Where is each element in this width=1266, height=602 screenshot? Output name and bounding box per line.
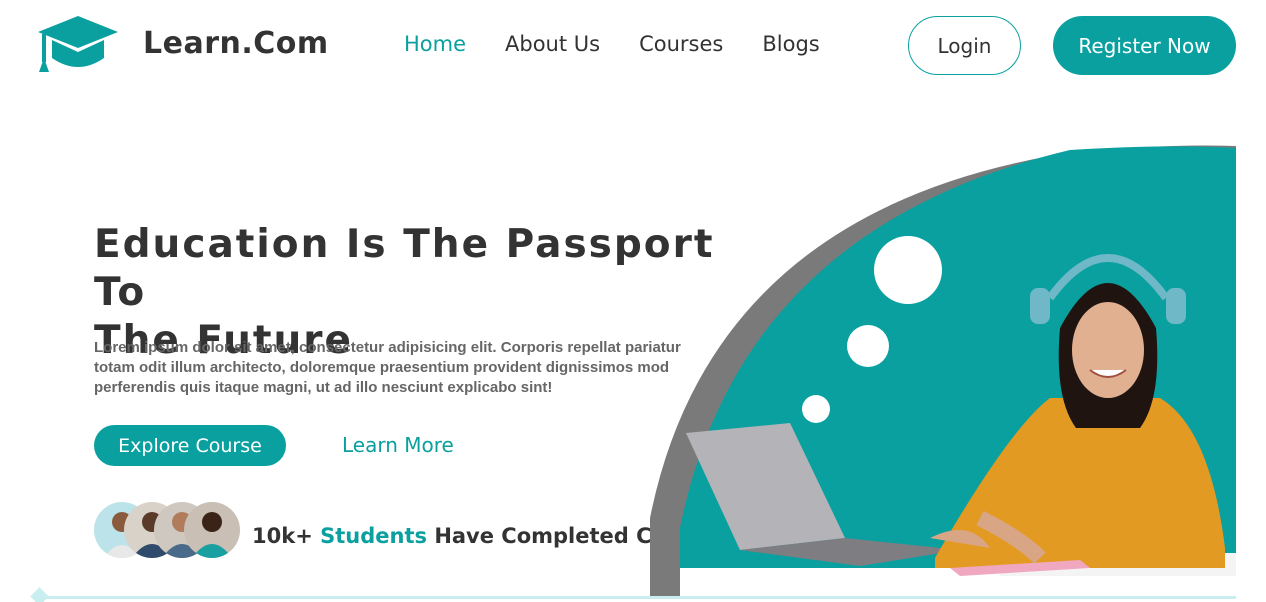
hero-text-line-2: totam odit illum architecto, doloremque …: [94, 359, 670, 376]
brand-name: Learn.Com: [143, 26, 329, 61]
hero-illustration: [650, 98, 1236, 598]
hero-text-line-3: perferendis quis itaque magni, ut ad ill…: [94, 379, 553, 396]
nav-item-blogs[interactable]: Blogs: [762, 32, 819, 56]
register-button[interactable]: Register Now: [1053, 16, 1236, 75]
bottom-divider: [40, 596, 1236, 599]
site-header: Learn.Com Home About Us Courses Blogs Lo…: [0, 0, 1266, 92]
nav-item-about-us[interactable]: About Us: [505, 32, 600, 56]
hero-text-line-1: Lorem ipsum dolor sit amet, consectetur …: [94, 339, 681, 356]
hero-description: Lorem ipsum dolor sit amet, consectetur …: [94, 338, 734, 398]
nav-item-home[interactable]: Home: [404, 32, 466, 56]
nav-item-courses[interactable]: Courses: [639, 32, 723, 56]
bottom-divider-marker: [30, 587, 49, 602]
students-accent-word: Students: [320, 524, 427, 548]
login-button[interactable]: Login: [908, 16, 1021, 75]
students-completed-text: 10k+ Students Have Completed Course: [252, 524, 718, 548]
brand-logo[interactable]: Learn.Com: [36, 14, 328, 74]
graduation-cap-icon: [36, 14, 120, 74]
explore-course-button[interactable]: Explore Course: [94, 425, 286, 466]
student-avatars: [94, 502, 244, 558]
students-count: 10k+: [252, 524, 313, 548]
learn-more-link[interactable]: Learn More: [342, 433, 454, 457]
main-nav: Home About Us Courses Blogs: [404, 32, 859, 56]
hero-title-line-1: Education Is The Passport To: [94, 222, 715, 315]
avatar: [184, 502, 240, 558]
